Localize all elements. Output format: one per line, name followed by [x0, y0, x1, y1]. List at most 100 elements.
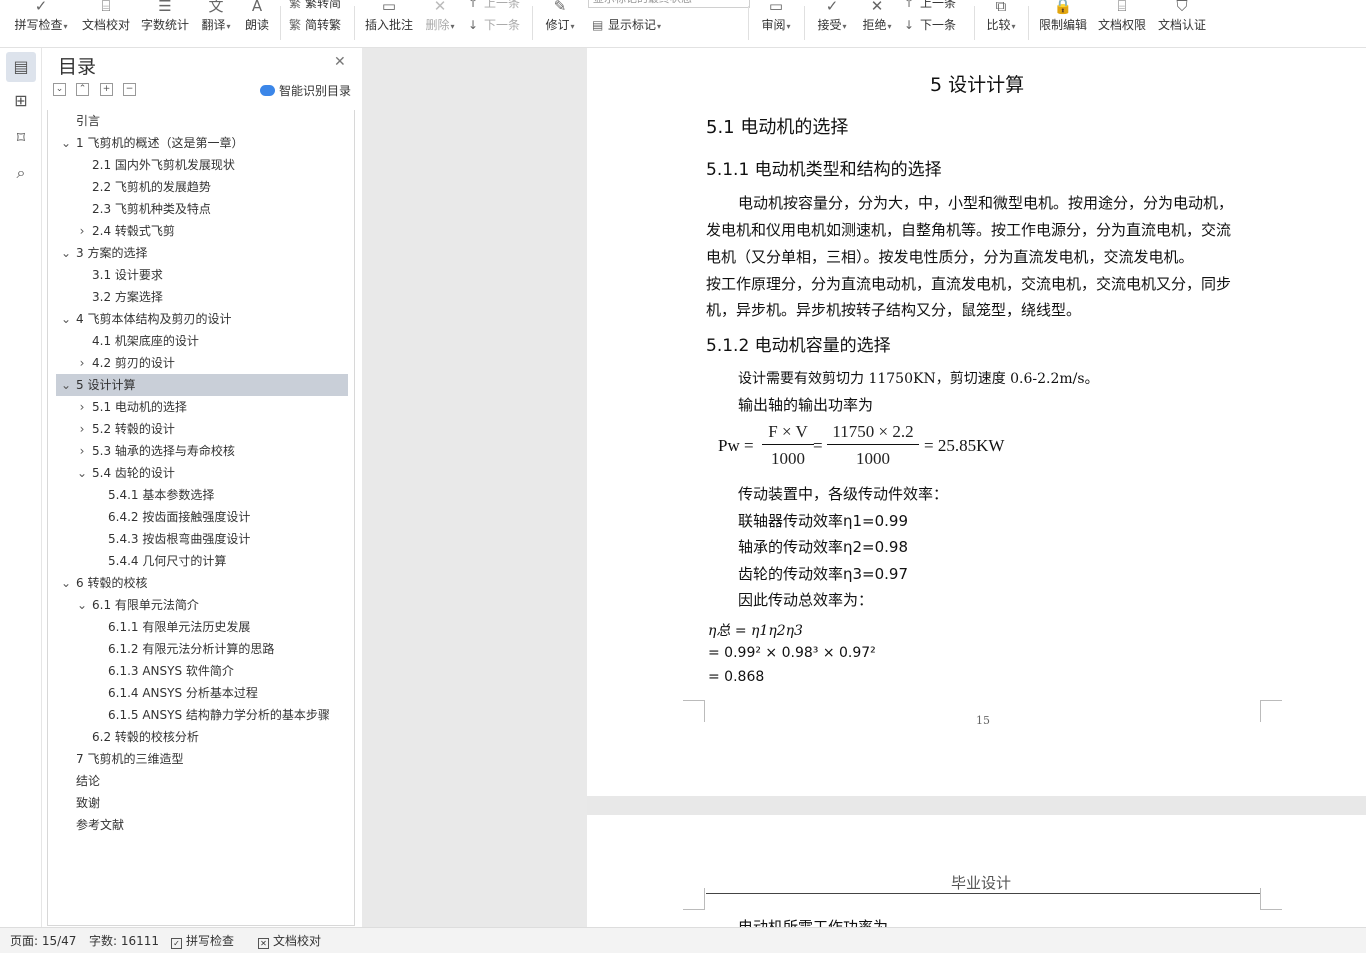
toc-item[interactable]: 6.1.5 ANSYS 结构静力学分析的基本步骤 — [56, 704, 348, 726]
toc-item[interactable]: 6.1.4 ANSYS 分析基本过程 — [56, 682, 348, 704]
compare-button[interactable]: ⧉ 比较▾ — [981, 0, 1021, 40]
search-icon[interactable]: ⌕ — [6, 158, 36, 188]
next-revision-button[interactable]: ↓ 下一条 — [904, 16, 956, 34]
toc-item[interactable]: 6.1.2 有限元法分析计算的思路 — [56, 638, 348, 660]
chevron-down-icon[interactable]: ⌄ — [60, 374, 72, 396]
toc-item[interactable]: 6.1.3 ANSYS 软件简介 — [56, 660, 348, 682]
toc-item[interactable]: 6.1.1 有限单元法历史发展 — [56, 616, 348, 638]
restrict-edit-button[interactable]: 🔒 限制编辑 — [1036, 0, 1090, 40]
word-count-icon: ☰ — [158, 0, 172, 15]
toolbar-separator — [354, 6, 355, 40]
toc-item[interactable]: ⌄ 5.4 齿轮的设计 — [56, 462, 348, 484]
chevron-down-icon[interactable]: ⌄ — [60, 572, 72, 594]
trad-to-simp-button[interactable]: 繁繁转简 — [289, 0, 341, 12]
word-count-button[interactable]: ☰ 字数统计 — [138, 0, 192, 40]
comment-icon: ▭ — [381, 0, 397, 15]
markup-display-select[interactable]: 显示标记的最终状态 — [588, 0, 750, 8]
toc-item[interactable]: 3.2 方案选择 — [56, 286, 348, 308]
toc-item[interactable]: ⌄ 4 飞剪本体结构及剪刃的设计 — [56, 308, 348, 330]
delete-comment-button[interactable]: ✕ 删除▾ — [420, 0, 460, 40]
chevron-right-icon[interactable]: › — [76, 396, 88, 418]
paragraph-line: 传动装置中，各级传动件效率： — [738, 485, 949, 503]
chevron-right-icon[interactable]: › — [76, 352, 88, 374]
crop-mark — [1260, 888, 1282, 910]
status-proofread-button[interactable]: ✕ 文档校对 — [258, 928, 321, 953]
toc-item[interactable]: › 2.4 转毂式飞剪 — [56, 220, 348, 242]
prev-comment-button[interactable]: ↑ 上一条 — [468, 0, 520, 12]
crop-mark — [683, 700, 705, 722]
show-markup-button[interactable]: ▤ 显示标记▾ — [592, 16, 661, 34]
chapter-nav-icon[interactable]: ⊞ — [6, 86, 36, 116]
toc-item[interactable]: 6.4.2 按齿面接触强度设计 — [56, 506, 348, 528]
read-aloud-button[interactable]: A 朗读 — [240, 0, 274, 40]
prev-revision-button[interactable]: ↑ 上一条 — [904, 0, 956, 12]
next-comment-button[interactable]: ↓ 下一条 — [468, 16, 520, 34]
toc-item[interactable]: 4.1 机架底座的设计 — [56, 330, 348, 352]
expand-up-icon[interactable]: ⌃ — [76, 83, 89, 96]
chevron-down-icon[interactable]: ⌄ — [60, 308, 72, 330]
close-icon[interactable]: ✕ — [334, 54, 346, 70]
toc-item[interactable]: 2.3 飞剪机种类及特点 — [56, 198, 348, 220]
toc-item[interactable]: 5.4.3 按齿根弯曲强度设计 — [56, 528, 348, 550]
toc-item[interactable]: ⌄ 6 转毂的校核 — [56, 572, 348, 594]
toc-item-label: 7 飞剪机的三维造型 — [76, 752, 184, 766]
toc-item-label: 3.1 设计要求 — [92, 268, 163, 282]
toc-item[interactable]: 引言 — [56, 110, 348, 132]
toc-item-label: 6.1 有限单元法简介 — [92, 598, 199, 612]
toc-item[interactable]: › 4.2 剪刃的设计 — [56, 352, 348, 374]
toc-item-label: 6.1.3 ANSYS 软件简介 — [108, 664, 234, 678]
toc-item[interactable]: ⌄ 6.1 有限单元法简介 — [56, 594, 348, 616]
doc-auth-icon: ⛉ — [1176, 0, 1188, 15]
toc-item[interactable]: 结论 — [56, 770, 348, 792]
revise-button[interactable]: ✎ 修订▾ — [540, 0, 580, 40]
remove-heading-icon[interactable]: − — [123, 83, 136, 96]
bookmark-icon[interactable]: ⌑ — [6, 123, 36, 153]
collapse-all-icon[interactable]: ⌄ — [53, 83, 66, 96]
toc-item[interactable]: 致谢 — [56, 792, 348, 814]
review-button[interactable]: ▭ 审阅▾ — [756, 0, 796, 40]
toc-item-label: 4 飞剪本体结构及剪刃的设计 — [76, 312, 232, 326]
prev-revision-icon: ↑ — [904, 0, 915, 10]
reject-button[interactable]: ✕ 拒绝▾ — [857, 0, 897, 40]
toc-item[interactable]: 参考文献 — [56, 814, 348, 836]
chevron-down-icon[interactable]: ⌄ — [76, 462, 88, 484]
toc-item[interactable]: › 5.3 轴承的选择与寿命校核 — [56, 440, 348, 462]
toc-item[interactable]: › 5.2 转毂的设计 — [56, 418, 348, 440]
toc-item[interactable]: › 5.1 电动机的选择 — [56, 396, 348, 418]
doc-permission-button[interactable]: ⌸ 文档权限 — [1094, 0, 1150, 40]
toc-item[interactable]: ⌄ 5 设计计算 — [56, 374, 348, 396]
paragraph-line: 联轴器传动效率η1=0.99 — [738, 512, 909, 530]
chevron-right-icon[interactable]: › — [76, 220, 88, 242]
chevron-right-icon[interactable]: › — [76, 418, 88, 440]
chevron-right-icon[interactable]: › — [76, 440, 88, 462]
toc-item[interactable]: 5.4.1 基本参数选择 — [56, 484, 348, 506]
status-spell-check-button[interactable]: ✓ 拼写检查 — [171, 928, 234, 953]
toc-item[interactable]: ⌄ 3 方案的选择 — [56, 242, 348, 264]
chevron-down-icon[interactable]: ⌄ — [60, 132, 72, 154]
insert-comment-button[interactable]: ▭ 插入批注 — [362, 0, 416, 40]
toc-item-label: 5.4.1 基本参数选择 — [108, 488, 215, 502]
chevron-down-icon[interactable]: ⌄ — [60, 242, 72, 264]
word-count-indicator[interactable]: 字数: 16111 — [89, 928, 159, 953]
toc-item[interactable]: 6.2 转毂的校核分析 — [56, 726, 348, 748]
toc-item[interactable]: ⌄ 1 飞剪机的概述（这是第一章） — [56, 132, 348, 154]
smart-toc-button[interactable]: 智能识别目录 — [260, 82, 351, 99]
chevron-down-icon[interactable]: ⌄ — [76, 594, 88, 616]
page-indicator[interactable]: 页面: 15/47 — [10, 928, 76, 953]
accept-button[interactable]: ✓ 接受▾ — [812, 0, 852, 40]
doc-proofread-button[interactable]: ⌸ 文档校对 — [78, 0, 134, 40]
toc-item[interactable]: 2.1 国内外飞剪机发展现状 — [56, 154, 348, 176]
simp-to-trad-button[interactable]: 繁简转繁 — [289, 16, 341, 34]
add-heading-icon[interactable]: + — [100, 83, 113, 96]
fraction-denominator: 1000 — [856, 449, 890, 468]
spell-check-button[interactable]: ✓ 拼写检查▾ — [10, 0, 72, 40]
toc-item[interactable]: 5.4.4 几何尺寸的计算 — [56, 550, 348, 572]
ribbon-toolbar: ✓ 拼写检查▾ ⌸ 文档校对 ☰ 字数统计 文 翻译▾ A 朗读 繁繁转简 繁简… — [0, 0, 1366, 48]
toc-item[interactable]: 3.1 设计要求 — [56, 264, 348, 286]
toc-item-label: 6.1.5 ANSYS 结构静力学分析的基本步骤 — [108, 708, 330, 722]
toc-panel-icon[interactable]: ▤ — [6, 52, 36, 82]
toc-item[interactable]: 2.2 飞剪机的发展趋势 — [56, 176, 348, 198]
toc-item[interactable]: 7 飞剪机的三维造型 — [56, 748, 348, 770]
doc-auth-button[interactable]: ⛉ 文档认证 — [1154, 0, 1210, 40]
translate-button[interactable]: 文 翻译▾ — [196, 0, 236, 40]
